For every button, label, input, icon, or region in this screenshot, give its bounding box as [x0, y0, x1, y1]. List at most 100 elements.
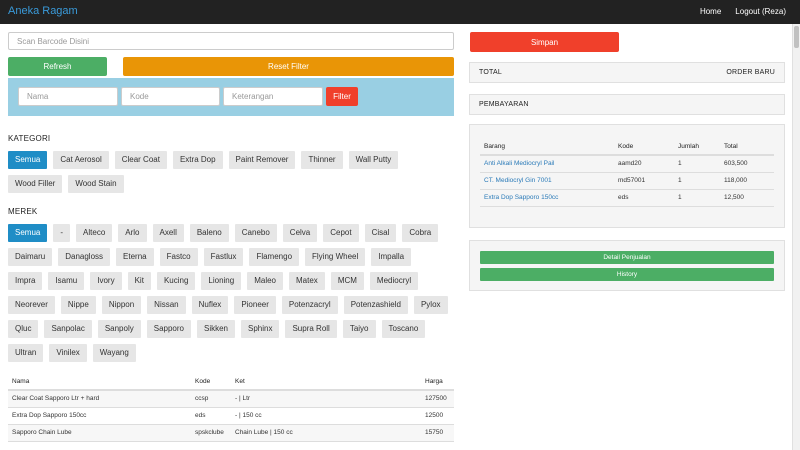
merek-chip-potenzacryl[interactable]: Potenzacryl [281, 296, 338, 314]
merek-chip-nissan[interactable]: Nissan [147, 296, 186, 314]
home-link[interactable]: Home [700, 7, 721, 16]
cart-row: Extra Dop Sapporo 150cc eds 1 12,500 [480, 189, 774, 207]
kode-filter-input[interactable] [121, 87, 220, 106]
kategori-chip-wall-putty[interactable]: Wall Putty [348, 151, 399, 169]
cart-item-kode: eds [614, 189, 674, 207]
merek-chip-sanpolac[interactable]: Sanpolac [44, 320, 92, 338]
kategori-chip-paint-remover[interactable]: Paint Remover [228, 151, 296, 169]
product-nama: Sapporo Chain Lube [8, 424, 191, 442]
nama-filter-input[interactable] [18, 87, 118, 106]
merek-chip-nippon[interactable]: Nippon [101, 296, 142, 314]
merek-chip-ultran[interactable]: Ultran [8, 344, 44, 362]
col-ket-header: Ket [231, 374, 421, 391]
cart-item-total: 12,500 [720, 189, 774, 207]
merek-chip-sapporo[interactable]: Sapporo [146, 320, 191, 338]
product-nama: Clear Coat Sapporo Ltr + hard [8, 390, 191, 408]
cart-item-link[interactable]: CT. Mediocryl Gin 7001 [480, 172, 614, 190]
merek-chip-mediocryl[interactable]: Mediocryl [369, 272, 419, 290]
merek-chip-taiyo[interactable]: Taiyo [342, 320, 376, 338]
merek-chip-impra[interactable]: Impra [8, 272, 43, 290]
merek-chip-cisal[interactable]: Cisal [364, 224, 397, 242]
merek-chip-isamu[interactable]: Isamu [48, 272, 85, 290]
merek-chip-pioneer[interactable]: Pioneer [234, 296, 276, 314]
merek-chip-pylox[interactable]: Pylox [413, 296, 448, 314]
table-row[interactable]: Sapporo Chain Lube spskclube Chain Lube … [8, 424, 454, 442]
merek-chip-danagloss[interactable]: Danagloss [58, 248, 111, 266]
merek-chip-baleno[interactable]: Baleno [189, 224, 229, 242]
pembayaran-label: PEMBAYARAN [479, 101, 529, 108]
merek-chip-flying-wheel[interactable]: Flying Wheel [305, 248, 366, 266]
merek-chip-lioning[interactable]: Lioning [201, 272, 242, 290]
product-harga: 12500 [421, 407, 454, 425]
merek-chip-semua[interactable]: Semua [8, 224, 48, 242]
product-ket: - | 150 cc [231, 407, 421, 425]
merek-chip-eterna[interactable]: Eterna [116, 248, 154, 266]
merek-chip-fastlux[interactable]: Fastlux [203, 248, 244, 266]
merek-chip-impalla[interactable]: Impalla [371, 248, 412, 266]
app-brand[interactable]: Aneka Ragam [8, 5, 78, 17]
merek-chip-qluc[interactable]: Qluc [8, 320, 39, 338]
merek-chip-nuflex[interactable]: Nuflex [191, 296, 229, 314]
merek-chip-alteco[interactable]: Alteco [76, 224, 113, 242]
kategori-chip-thinner[interactable]: Thinner [301, 151, 343, 169]
cart-row: CT. Mediocryl Gin 7001 md57001 1 118,000 [480, 172, 774, 190]
cart-item-jumlah: 1 [674, 155, 720, 173]
merek-chip-axell[interactable]: Axell [152, 224, 184, 242]
pembayaran-panel[interactable]: PEMBAYARAN [469, 94, 785, 115]
refresh-button[interactable]: Refresh [8, 57, 107, 76]
merek-chip-potenzashield[interactable]: Potenzashield [343, 296, 408, 314]
kategori-chip-semua[interactable]: Semua [8, 151, 48, 169]
scrollbar-thumb[interactable] [794, 26, 799, 48]
keterangan-filter-input[interactable] [223, 87, 323, 106]
merek-chip-toscano[interactable]: Toscano [381, 320, 426, 338]
merek-chip-kit[interactable]: Kit [127, 272, 151, 290]
merek-chip-celva[interactable]: Celva [282, 224, 318, 242]
merek-chip-flamengo[interactable]: Flamengo [249, 248, 300, 266]
cart-table: Barang Kode Jumlah Total Anti Alkali Med… [480, 138, 774, 207]
merek-chip-ivory[interactable]: Ivory [90, 272, 122, 290]
merek-chip-cepot[interactable]: Cepot [323, 224, 359, 242]
merek-chip-matex[interactable]: Matex [289, 272, 325, 290]
table-row[interactable]: Clear Coat Sapporo Ltr + hard ccsp - | L… [8, 390, 454, 408]
kategori-chip-wood-filler[interactable]: Wood Filler [8, 175, 63, 193]
product-harga: 127500 [421, 390, 454, 408]
page-scrollbar[interactable] [792, 24, 800, 450]
cart-item-link[interactable]: Anti Alkali Mediocryl Pail [480, 155, 614, 173]
merek-chip-sphinx[interactable]: Sphinx [241, 320, 280, 338]
kategori-chip-extra-dop[interactable]: Extra Dop [172, 151, 223, 169]
product-kode: eds [191, 407, 231, 425]
product-kode: ccsp [191, 390, 231, 408]
cart-item-link[interactable]: Extra Dop Sapporo 150cc [480, 189, 614, 207]
merek-chip-vinilex[interactable]: Vinilex [49, 344, 87, 362]
merek-chip-daimaru[interactable]: Daimaru [8, 248, 53, 266]
cart-item-jumlah: 1 [674, 172, 720, 190]
history-button[interactable]: History [480, 268, 774, 281]
merek-chip-cobra[interactable]: Cobra [402, 224, 439, 242]
product-nama: Extra Dop Sapporo 150cc [8, 407, 191, 425]
merek-chip-maleo[interactable]: Maleo [247, 272, 284, 290]
merek-chip-arlo[interactable]: Arlo [118, 224, 147, 242]
kategori-title: KATEGORI [8, 134, 51, 143]
merek-chip-sanpoly[interactable]: Sanpoly [97, 320, 141, 338]
detail-penjualan-button[interactable]: Detail Penjualan [480, 251, 774, 264]
filter-button[interactable]: Filter [326, 87, 358, 106]
merek-chip-nippe[interactable]: Nippe [60, 296, 96, 314]
merek-chip-supra-roll[interactable]: Supra Roll [285, 320, 337, 338]
merek-chip-fastco[interactable]: Fastco [159, 248, 198, 266]
merek-chip-sikken[interactable]: Sikken [196, 320, 235, 338]
kategori-chip-clear-coat[interactable]: Clear Coat [114, 151, 167, 169]
kategori-chip-wood-stain[interactable]: Wood Stain [68, 175, 124, 193]
merek-chip-none[interactable]: - [53, 224, 71, 242]
barcode-input[interactable] [8, 32, 454, 50]
reset-filter-button[interactable]: Reset Filter [123, 57, 454, 76]
logout-link[interactable]: Logout (Reza) [735, 7, 786, 16]
kategori-chip-cat-aerosol[interactable]: Cat Aerosol [53, 151, 109, 169]
simpan-button[interactable]: Simpan [470, 32, 619, 52]
merek-chip-mcm[interactable]: MCM [330, 272, 364, 290]
product-harga: 15750 [421, 424, 454, 442]
merek-chip-canebo[interactable]: Canebo [234, 224, 277, 242]
merek-chip-kucing[interactable]: Kucing [156, 272, 196, 290]
table-row[interactable]: Extra Dop Sapporo 150cc eds - | 150 cc 1… [8, 407, 454, 425]
merek-chip-neorever[interactable]: Neorever [8, 296, 55, 314]
merek-chip-wayang[interactable]: Wayang [92, 344, 136, 362]
